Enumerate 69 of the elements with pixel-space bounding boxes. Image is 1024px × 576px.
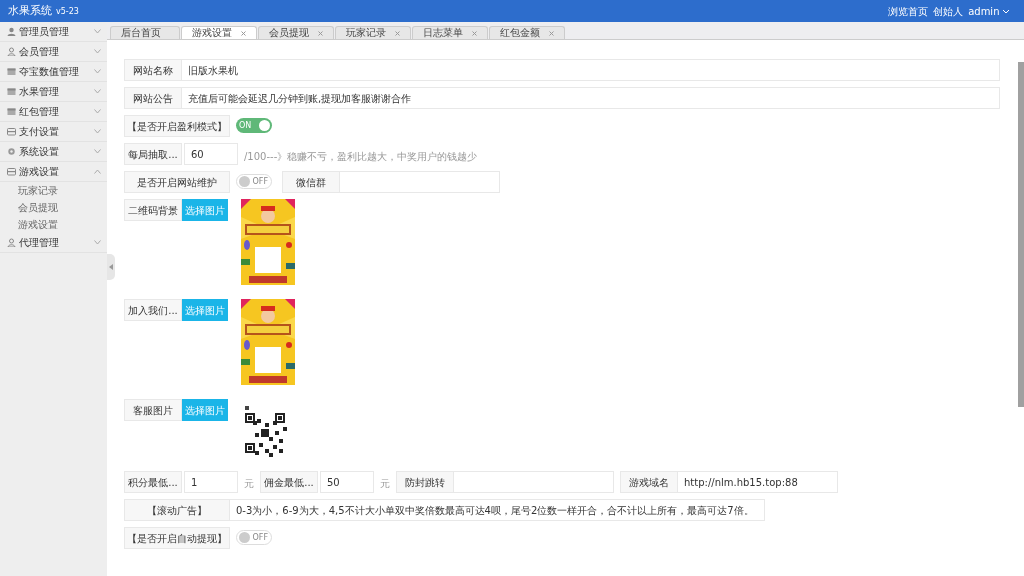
- user-icon: [7, 27, 16, 36]
- tab[interactable]: 红包金额: [489, 26, 565, 39]
- field-label: 网站名称: [124, 59, 182, 81]
- toggle-switch[interactable]: OFF: [236, 530, 272, 545]
- chevron-icon: [94, 169, 101, 174]
- close-icon[interactable]: [549, 30, 554, 36]
- field-label: 是否开启网站维护: [124, 171, 230, 193]
- collapse-handle[interactable]: [107, 254, 115, 280]
- field-label: 客服图片: [124, 399, 182, 421]
- field-label: 【是否开启盈利模式】: [124, 115, 230, 137]
- field-label: 游戏域名: [620, 471, 678, 493]
- chevron-icon: [94, 49, 101, 54]
- input-field[interactable]: 1: [184, 471, 238, 493]
- chevron-icon: [94, 240, 101, 245]
- close-icon[interactable]: [318, 30, 323, 36]
- field-label: 佣金最低...: [260, 471, 318, 493]
- input-field[interactable]: http://nlm.hb15.top:88: [678, 471, 838, 493]
- card-icon: [7, 107, 16, 116]
- header-link[interactable]: 浏览首页: [888, 3, 929, 19]
- user-icon: [7, 47, 16, 56]
- field-label: 二维码背景: [124, 199, 182, 221]
- close-icon[interactable]: [472, 30, 477, 36]
- field-label: 积分最低...: [124, 471, 182, 493]
- collapse-icon: [109, 264, 113, 270]
- field-label: 【滚动广告】: [124, 499, 230, 521]
- field-label: 防封跳转: [396, 471, 454, 493]
- unit-label: 元: [244, 477, 254, 491]
- chevron-icon: [94, 129, 101, 134]
- field-label: 【是否开启自动提现】: [124, 527, 230, 549]
- gear-icon: [7, 147, 16, 156]
- sidebar-subitem[interactable]: 游戏设置: [0, 216, 107, 233]
- hint-text: /100---》稳赚不亏，盈利比越大，中奖用户的钱越少: [244, 150, 478, 164]
- chevron-icon: [94, 29, 101, 34]
- field-label: 每局抽取...: [124, 143, 182, 165]
- chevron-icon: [94, 109, 101, 114]
- card-icon: [7, 67, 16, 76]
- tab[interactable]: 后台首页: [110, 26, 180, 39]
- input-field[interactable]: 旧版水果机: [182, 59, 1000, 81]
- input-field[interactable]: 充值后可能会延迟几分钟到账,提现加客服谢谢合作: [182, 87, 1000, 109]
- input-field[interactable]: 50: [320, 471, 374, 493]
- user-icon: [7, 238, 16, 247]
- tab[interactable]: 玩家记录: [335, 26, 411, 39]
- app-title: 水果系统: [8, 2, 52, 19]
- input-field[interactable]: 0-3为小，6-9为大，4,5不计大小单双中奖倍数最高可达4呗，尾号2位数一样开合，合不计以上所有，最高可达7倍。: [230, 499, 765, 521]
- card-icon: [7, 127, 16, 136]
- field-label: 加入我们...: [124, 299, 182, 321]
- tab[interactable]: 日志菜单: [412, 26, 488, 39]
- header-link[interactable]: 创始人: [933, 3, 964, 19]
- user-menu[interactable]: admin: [968, 3, 1010, 19]
- sidebar-subitem[interactable]: 玩家记录: [0, 182, 107, 199]
- chevron-icon: [94, 149, 101, 154]
- field-label: 网站公告: [124, 87, 182, 109]
- qr-code-drawing: [245, 406, 287, 457]
- chevron-icon: [94, 69, 101, 74]
- tab[interactable]: 游戏设置: [181, 26, 257, 39]
- close-icon[interactable]: [241, 30, 246, 36]
- card-icon: [7, 87, 16, 96]
- caret-icon: [1002, 8, 1010, 14]
- field-label: 微信群: [282, 171, 340, 193]
- toggle-switch[interactable]: OFF: [236, 174, 272, 189]
- input-field[interactable]: 60: [184, 143, 238, 165]
- chevron-icon: [94, 89, 101, 94]
- close-icon[interactable]: [395, 30, 400, 36]
- sidebar-subitem[interactable]: 会员提现: [0, 199, 107, 216]
- tab[interactable]: 会员提现: [258, 26, 334, 39]
- scrollbar[interactable]: [1018, 62, 1024, 407]
- version-label: v5-23: [56, 5, 79, 18]
- unit-label: 元: [380, 477, 390, 491]
- card-icon: [7, 167, 16, 176]
